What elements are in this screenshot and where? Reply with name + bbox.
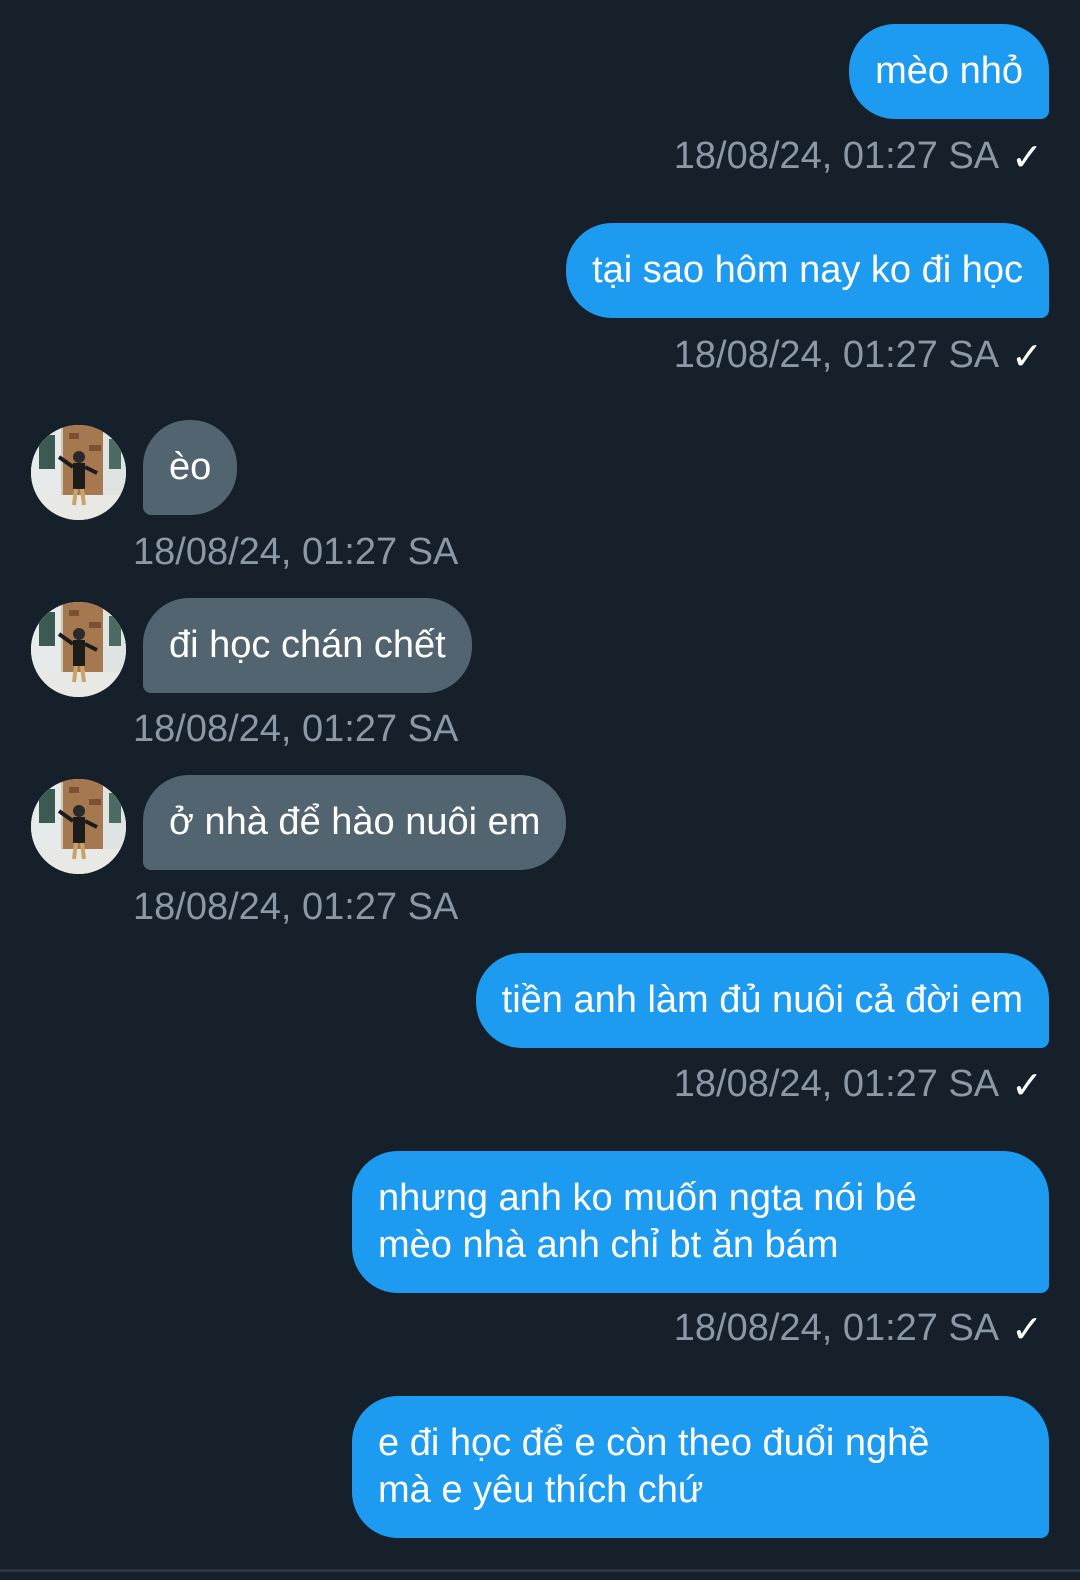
contact-avatar[interactable] (31, 425, 126, 520)
received-message-bubble[interactable]: èo (143, 420, 238, 515)
timestamp-text: 18/08/24, 01:27 SA (133, 886, 459, 928)
sent-message-bubble[interactable]: nhưng anh ko muốn ngta nói bé mèo nhà an… (352, 1151, 1049, 1293)
message-timestamp: 18/08/24, 01:27 SA ✓ (674, 1306, 1043, 1352)
timestamp-text: 18/08/24, 01:27 SA (673, 135, 1000, 177)
message-timestamp: 18/08/24, 01:27 SA (133, 530, 458, 574)
timestamp-text: 18/08/24, 01:27 SA (133, 708, 459, 750)
message-timestamp: 18/08/24, 01:27 SA ✓ (674, 1062, 1043, 1108)
contact-avatar[interactable] (31, 602, 126, 697)
checkmark-icon: ✓ (1011, 1065, 1043, 1107)
message-timestamp: 18/08/24, 01:27 SA ✓ (674, 134, 1043, 180)
avatar-image (31, 779, 126, 874)
message-thread: mèo nhỏ 18/08/24, 01:27 SA ✓ tại sao hôm … (0, 0, 1080, 1580)
sent-message-bubble[interactable]: tiền anh làm đủ nuôi cả đời em (475, 953, 1049, 1048)
checkmark-icon: ✓ (1011, 1309, 1043, 1351)
avatar-image (31, 602, 126, 697)
timestamp-text: 18/08/24, 01:27 SA (673, 1063, 1000, 1105)
sent-message-bubble[interactable]: e đi học để e còn theo đuổi nghề mà e yê… (352, 1396, 1049, 1538)
timestamp-text: 18/08/24, 01:27 SA (133, 531, 459, 573)
received-message-bubble[interactable]: đi học chán chết (143, 598, 472, 693)
sent-message-bubble[interactable]: tại sao hôm nay ko đi học (566, 223, 1049, 318)
timestamp-text: 18/08/24, 01:27 SA (673, 1307, 1000, 1349)
avatar-image (31, 425, 126, 520)
contact-avatar[interactable] (31, 779, 126, 874)
divider (0, 1569, 1080, 1572)
message-timestamp: 18/08/24, 01:27 SA (133, 885, 458, 929)
checkmark-icon: ✓ (1011, 137, 1043, 179)
sent-message-bubble[interactable]: mèo nhỏ (849, 24, 1049, 119)
received-message-bubble[interactable]: ở nhà để hào nuôi em (143, 775, 567, 870)
message-timestamp: 18/08/24, 01:27 SA (133, 707, 458, 751)
timestamp-text: 18/08/24, 01:27 SA (673, 334, 1000, 376)
checkmark-icon: ✓ (1011, 336, 1043, 378)
message-timestamp: 18/08/24, 01:27 SA ✓ (674, 333, 1043, 379)
